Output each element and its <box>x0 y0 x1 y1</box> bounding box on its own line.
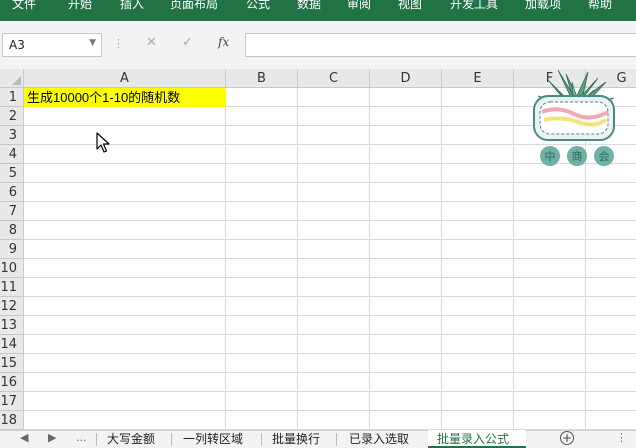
gridline-row <box>24 391 636 392</box>
ribbon-tab-addins[interactable]: 加载项 <box>525 0 561 12</box>
column-header-a[interactable]: A <box>24 69 226 88</box>
formula-input[interactable] <box>245 33 636 57</box>
gridline-row <box>24 201 636 202</box>
gridline-row <box>24 220 636 221</box>
prev-sheet-icon[interactable]: ◀ <box>20 431 28 444</box>
row-header-6[interactable]: 6 <box>0 183 24 202</box>
row-header-13[interactable]: 13 <box>0 316 24 335</box>
column-header-b[interactable]: B <box>226 69 298 88</box>
add-sheet-button[interactable]: + <box>560 431 574 445</box>
gridline-col <box>441 88 442 430</box>
gridline-col <box>369 88 370 430</box>
logo-char-3: 会 <box>599 150 610 163</box>
row-header-12[interactable]: 12 <box>0 297 24 316</box>
select-all-button[interactable] <box>0 69 24 88</box>
gridline-row <box>24 334 636 335</box>
row-header-4[interactable]: 4 <box>0 145 24 164</box>
tab-separator <box>336 433 337 446</box>
gridline-row <box>24 353 636 354</box>
sheet-tab-piliang-huanhang[interactable]: 批量换行 <box>272 430 320 447</box>
ribbon-tab-file[interactable]: 文件 <box>12 0 36 12</box>
row-header-10[interactable]: 10 <box>0 259 24 278</box>
more-sheets-button[interactable]: ... <box>76 431 87 444</box>
row-header-16[interactable]: 16 <box>0 373 24 392</box>
row-header-14[interactable]: 14 <box>0 335 24 354</box>
active-sheet-label: 批量录入公式 <box>437 432 510 446</box>
ribbon-tab-bar: 文件 开始 插入 页面布局 公式 数据 审阅 视图 开发工具 加载项 帮助 <box>0 0 636 21</box>
gridline-col <box>225 88 226 430</box>
gridline-col <box>297 88 298 430</box>
sheet-tab-yilie-zhuan-quyu[interactable]: 一列转区域 <box>183 430 243 447</box>
chevron-down-icon[interactable]: ▼ <box>89 38 96 48</box>
tab-separator <box>261 433 262 446</box>
row-header-15[interactable]: 15 <box>0 354 24 373</box>
row-header-18[interactable]: 18 <box>0 411 24 430</box>
name-box[interactable]: A3 ▼ <box>2 33 102 57</box>
row-header-1[interactable]: 1 <box>0 88 24 107</box>
gridline-row <box>24 315 636 316</box>
tab-separator <box>171 433 172 446</box>
row-header-9[interactable]: 9 <box>0 240 24 259</box>
logo-char-2: 商 <box>572 149 583 163</box>
row-header-5[interactable]: 5 <box>0 164 24 183</box>
ribbon-tab-help[interactable]: 帮助 <box>588 0 612 12</box>
ribbon-tab-view[interactable]: 视图 <box>398 0 422 12</box>
sheet-tab-scroll-handle[interactable]: ⋮ <box>616 431 627 444</box>
sheet-tab-piliang-luru-gongshi[interactable]: 批量录入公式 <box>428 430 526 448</box>
ribbon-tab-data[interactable]: 数据 <box>297 0 321 12</box>
ribbon-tab-review[interactable]: 审阅 <box>347 0 371 12</box>
ribbon-tab-home[interactable]: 开始 <box>68 0 92 12</box>
ribbon-tab-developer[interactable]: 开发工具 <box>450 0 498 12</box>
sheet-tab-daxie-jine[interactable]: 大写金额 <box>107 430 155 447</box>
row-header-11[interactable]: 11 <box>0 278 24 297</box>
cell-a1[interactable]: 生成10000个1-10的随机数 <box>24 88 226 107</box>
row-header-2[interactable]: 2 <box>0 107 24 126</box>
name-box-value: A3 <box>9 38 25 52</box>
ribbon-tab-page-layout[interactable]: 页面布局 <box>170 0 218 12</box>
column-header-e[interactable]: E <box>442 69 514 88</box>
gridline-row <box>24 410 636 411</box>
gridline-row <box>24 182 636 183</box>
row-header-7[interactable]: 7 <box>0 202 24 221</box>
drag-handle-icon[interactable]: ⋮ <box>113 37 124 50</box>
enter-icon[interactable]: ✓ <box>182 35 193 50</box>
column-header-c[interactable]: C <box>298 69 370 88</box>
gridline-row <box>24 277 636 278</box>
gridline-row <box>24 372 636 373</box>
ribbon-tab-insert[interactable]: 插入 <box>120 0 144 12</box>
ribbon-tab-formulas[interactable]: 公式 <box>246 0 270 12</box>
row-header-8[interactable]: 8 <box>0 221 24 240</box>
formula-bar: A3 ▼ ⋮ ✕ ✓ fx <box>0 21 636 69</box>
succulent-logo-icon: 中 商 会 <box>533 69 615 166</box>
select-all-triangle-icon <box>12 76 21 85</box>
mouse-cursor-icon <box>96 132 110 153</box>
sheet-tab-bar: ◀ ▶ ... 大写金额 一列转区域 批量换行 已录入选取 批量录入公式 + ⋮ <box>0 430 636 448</box>
gridline-row <box>24 258 636 259</box>
column-header-d[interactable]: D <box>370 69 442 88</box>
next-sheet-icon[interactable]: ▶ <box>48 431 56 444</box>
tab-separator <box>96 433 97 446</box>
row-header-3[interactable]: 3 <box>0 126 24 145</box>
row-header-17[interactable]: 17 <box>0 392 24 411</box>
sheet-tab-yi-luru-xuanqu[interactable]: 已录入选取 <box>349 430 409 447</box>
insert-function-button[interactable]: fx <box>218 35 229 49</box>
gridline-row <box>24 239 636 240</box>
cancel-icon[interactable]: ✕ <box>146 35 157 50</box>
gridline-row <box>24 296 636 297</box>
logo-char-1: 中 <box>545 150 556 163</box>
gridline-col <box>513 88 514 430</box>
